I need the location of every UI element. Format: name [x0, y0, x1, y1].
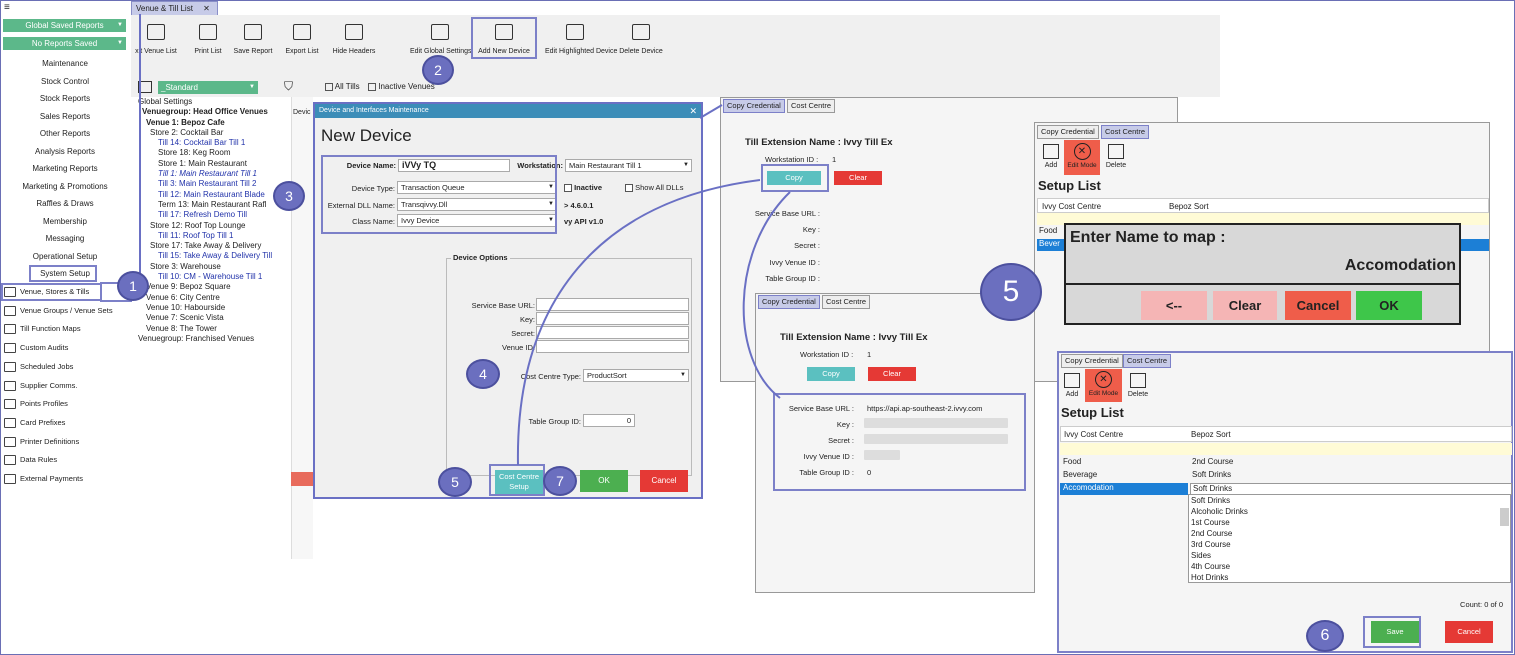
step-4-callout: 4 — [466, 359, 500, 389]
step-1-callout: 1 — [117, 271, 149, 301]
step-7-callout: 7 — [543, 466, 577, 496]
connector-lines — [130, 14, 791, 466]
step-5-callout: 5 — [438, 467, 472, 497]
step-3-callout: 3 — [273, 181, 305, 211]
step-6-callout: 6 — [1306, 620, 1344, 652]
step-2-callout: 2 — [422, 55, 454, 85]
step-5-large-callout: 5 — [980, 263, 1042, 321]
